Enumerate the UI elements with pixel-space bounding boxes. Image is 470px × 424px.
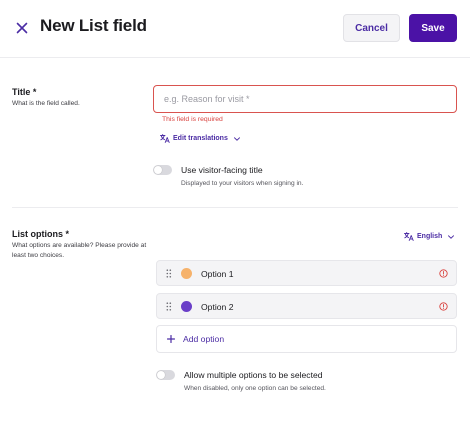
- multiple-selection-toggle[interactable]: [156, 370, 175, 380]
- header-divider: [0, 57, 470, 58]
- option-color-swatch[interactable]: [181, 301, 192, 312]
- option-label[interactable]: Option 1: [201, 269, 234, 279]
- add-option-label: Add option: [183, 334, 225, 344]
- add-option-button[interactable]: Add option: [156, 325, 457, 353]
- edit-translations-link[interactable]: Edit translations: [160, 134, 241, 143]
- header: New List field Cancel Save: [0, 0, 470, 57]
- list-options-description: What options are available? Please provi…: [12, 242, 147, 259]
- chevron-down-icon: [233, 136, 240, 141]
- edit-translations-label: Edit translations: [173, 135, 228, 142]
- warning-icon: [439, 269, 448, 278]
- option-label[interactable]: Option 2: [201, 302, 234, 312]
- visitor-title-toggle-label: Use visitor-facing title: [181, 165, 263, 175]
- close-button[interactable]: [12, 18, 32, 38]
- list-options-label: List options *: [12, 229, 69, 239]
- list-option-2[interactable]: Option 2: [156, 293, 457, 319]
- toggle-knob: [154, 166, 162, 174]
- cancel-button[interactable]: Cancel: [343, 14, 400, 42]
- close-icon: [16, 22, 28, 34]
- title-error-message: This field is required: [162, 116, 223, 123]
- visitor-title-toggle-description: Displayed to your visitors when signing …: [181, 180, 304, 187]
- save-button[interactable]: Save: [409, 14, 457, 42]
- toggle-knob: [157, 371, 165, 379]
- drag-handle-icon[interactable]: [166, 302, 172, 311]
- language-selector[interactable]: English: [404, 232, 455, 241]
- visitor-title-toggle[interactable]: [153, 165, 172, 175]
- section-divider: [12, 207, 458, 208]
- title-section-description: What is the field called.: [12, 100, 80, 107]
- plus-icon: [167, 335, 175, 343]
- translate-icon: [160, 134, 170, 143]
- chevron-down-icon: [448, 234, 455, 239]
- multiple-selection-toggle-description: When disabled, only one option can be se…: [184, 385, 326, 392]
- drag-handle-icon[interactable]: [166, 269, 172, 278]
- multiple-selection-toggle-label: Allow multiple options to be selected: [184, 370, 323, 380]
- list-option-1[interactable]: Option 1: [156, 260, 457, 286]
- language-label: English: [417, 233, 443, 240]
- option-color-swatch[interactable]: [181, 268, 192, 279]
- page-title: New List field: [40, 16, 147, 35]
- translate-icon: [404, 232, 414, 241]
- title-input[interactable]: [153, 85, 457, 113]
- title-section-label: Title *: [12, 87, 37, 97]
- warning-icon: [439, 302, 448, 311]
